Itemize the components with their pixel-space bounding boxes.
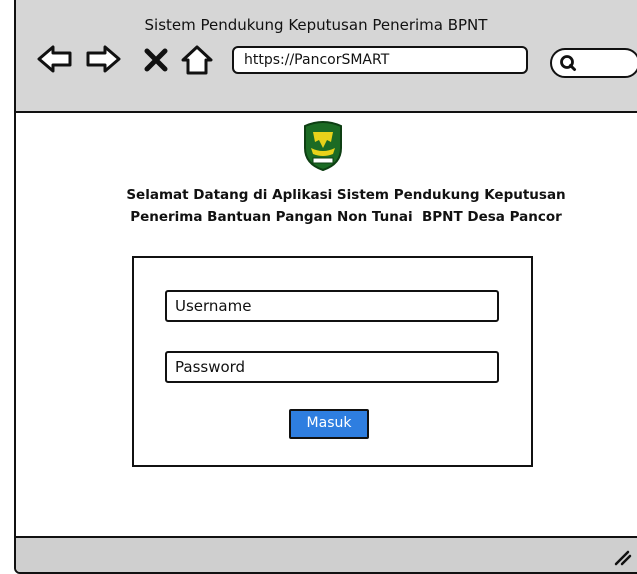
username-field[interactable]: Username (165, 290, 499, 322)
welcome-line-1: Selamat Datang di Aplikasi Sistem Penduk… (126, 187, 566, 203)
browser-window: Sistem Pendukung Keputusan Penerima BPNT… (14, 0, 637, 574)
login-button[interactable]: Masuk (289, 409, 369, 439)
stop-close-icon[interactable] (144, 48, 168, 72)
login-form: Username Password Masuk (132, 256, 533, 467)
search-box[interactable] (550, 48, 637, 78)
forward-arrow-icon[interactable] (84, 44, 122, 74)
welcome-line-2: Penerima Bantuan Pangan Non Tunai BPNT D… (130, 209, 562, 225)
home-icon[interactable] (180, 44, 214, 76)
password-field[interactable]: Password (165, 351, 499, 383)
search-icon (560, 55, 576, 71)
status-bar (16, 536, 637, 572)
back-arrow-icon[interactable] (36, 44, 74, 74)
page-content: Selamat Datang di Aplikasi Sistem Penduk… (16, 113, 637, 536)
browser-toolbar: Sistem Pendukung Keputusan Penerima BPNT… (16, 0, 637, 113)
regency-crest-logo (304, 121, 342, 172)
welcome-message: Selamat Datang di Aplikasi Sistem Penduk… (56, 184, 636, 228)
window-title: Sistem Pendukung Keputusan Penerima BPNT (144, 16, 488, 34)
address-bar[interactable]: https://PancorSMART (232, 46, 528, 74)
resize-grip-icon[interactable] (610, 546, 632, 566)
